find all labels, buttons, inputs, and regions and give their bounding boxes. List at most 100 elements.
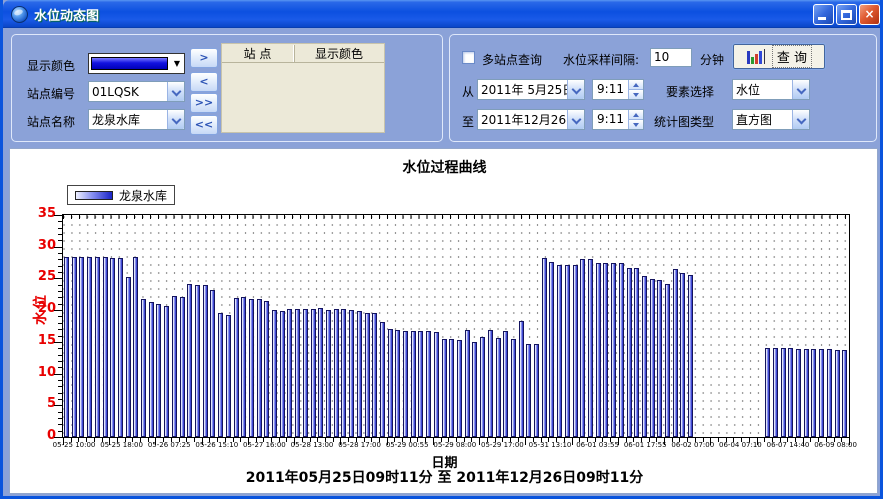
x-tick-label: 06-01 03:55 — [576, 441, 619, 449]
y-tick — [58, 221, 62, 222]
spin-down-icon[interactable] — [629, 89, 643, 99]
bar — [488, 330, 493, 437]
bar — [110, 258, 115, 438]
chevron-down-icon[interactable] — [567, 80, 584, 99]
element-combo[interactable]: 水位 — [732, 79, 810, 100]
move-all-left-button[interactable]: << — [190, 115, 218, 135]
y-tick — [58, 285, 62, 286]
bar — [380, 322, 385, 437]
bar — [565, 265, 570, 437]
bar — [542, 258, 547, 438]
bar — [411, 331, 416, 437]
bar — [349, 310, 354, 437]
bar — [195, 285, 200, 437]
multi-station-checkbox[interactable] — [462, 51, 475, 64]
bar — [765, 348, 770, 437]
chevron-down-icon[interactable] — [167, 82, 184, 101]
query-button-label: 查 询 — [773, 46, 811, 67]
element-value: 水位 — [733, 81, 792, 98]
to-time-value: 9:11 — [593, 110, 628, 129]
station-code-label: 站点编号 — [27, 85, 75, 102]
bar — [804, 349, 809, 437]
spin-up-icon[interactable] — [629, 110, 643, 119]
spin-down-icon[interactable] — [629, 119, 643, 129]
y-tick — [58, 266, 62, 267]
x-tick-label: 05-26 15:10 — [195, 441, 238, 449]
chart-type-combo[interactable]: 直方图 — [732, 109, 810, 130]
x-tick-label: 05-28 13:00 — [291, 441, 334, 449]
bar — [596, 263, 601, 437]
bar — [665, 284, 670, 438]
to-date-picker[interactable]: 2011年12月26日 — [477, 109, 585, 130]
bar — [72, 257, 77, 437]
chart-type-value: 直方图 — [733, 111, 792, 128]
y-tick — [58, 259, 62, 260]
bar — [126, 277, 131, 437]
color-column-header[interactable]: 显示颜色 — [294, 45, 384, 62]
maximize-button[interactable] — [836, 4, 857, 25]
bar — [210, 290, 215, 437]
bar — [511, 339, 516, 437]
y-tick — [58, 424, 62, 425]
from-time-value: 9:11 — [593, 80, 628, 99]
bar — [249, 299, 254, 437]
bar — [519, 321, 524, 437]
move-right-button[interactable]: > — [190, 48, 218, 68]
bar — [395, 330, 400, 437]
chevron-down-icon: ▼ — [170, 59, 184, 68]
station-list[interactable]: 站 点 显示颜色 — [221, 43, 385, 133]
chevron-down-icon[interactable] — [167, 110, 184, 129]
chevron-down-icon[interactable] — [792, 110, 809, 129]
multi-station-label: 多站点查询 — [482, 51, 542, 68]
station-name-value: 龙泉水库 — [89, 111, 167, 128]
y-tick — [58, 297, 62, 298]
bar — [218, 313, 223, 437]
bar — [226, 315, 231, 437]
bar — [842, 350, 847, 438]
station-column-header[interactable]: 站 点 — [222, 45, 294, 62]
bar — [95, 257, 100, 437]
y-tick — [58, 228, 62, 229]
display-color-combo[interactable]: ▼ — [88, 53, 185, 74]
bar — [480, 337, 485, 437]
bar — [526, 344, 531, 437]
bar — [280, 311, 285, 437]
from-time-spinner[interactable]: 9:11 — [592, 79, 644, 100]
bar — [673, 269, 678, 437]
from-date-picker[interactable]: 2011年 5月25日 — [477, 79, 585, 100]
bar — [365, 313, 370, 437]
minimize-button[interactable] — [813, 4, 834, 25]
station-name-combo[interactable]: 龙泉水库 — [88, 109, 185, 130]
y-tick — [58, 234, 62, 235]
x-tick-label: 06-07 14:40 — [767, 441, 810, 449]
move-left-button[interactable]: < — [190, 72, 218, 92]
y-tick — [58, 380, 62, 381]
query-button[interactable]: 查 询 — [732, 43, 826, 70]
y-tick — [58, 304, 62, 305]
bar — [341, 309, 346, 437]
station-code-combo[interactable]: 01LQSK — [88, 81, 185, 102]
y-tick — [54, 405, 62, 406]
bar — [819, 349, 824, 437]
spin-up-icon[interactable] — [629, 80, 643, 89]
interval-input[interactable]: 10 — [650, 48, 692, 67]
bar — [588, 259, 593, 437]
app-window: 水位动态图 × 显示颜色 ▼ 站点编号 01LQSK 站点名称 龙泉水库 > <… — [0, 0, 883, 499]
chevron-down-icon[interactable] — [792, 80, 809, 99]
top-axis-ticks — [63, 215, 849, 219]
bar — [133, 257, 138, 437]
bar — [326, 310, 331, 438]
bar — [403, 331, 408, 437]
close-button[interactable]: × — [859, 4, 880, 25]
chevron-down-icon[interactable] — [567, 110, 584, 129]
to-time-spinner[interactable]: 9:11 — [592, 109, 644, 130]
bar — [79, 257, 84, 437]
move-all-right-button[interactable]: >> — [190, 93, 218, 113]
station-select-groupbox: 显示颜色 ▼ 站点编号 01LQSK 站点名称 龙泉水库 > < >> << 站… — [11, 34, 443, 142]
title-bar[interactable]: 水位动态图 × — [3, 0, 883, 28]
bar — [688, 275, 693, 437]
to-label: 至 — [462, 113, 474, 130]
bar — [87, 257, 92, 437]
x-tick-label: 05-25 10:00 — [53, 441, 96, 449]
bar — [318, 308, 323, 437]
